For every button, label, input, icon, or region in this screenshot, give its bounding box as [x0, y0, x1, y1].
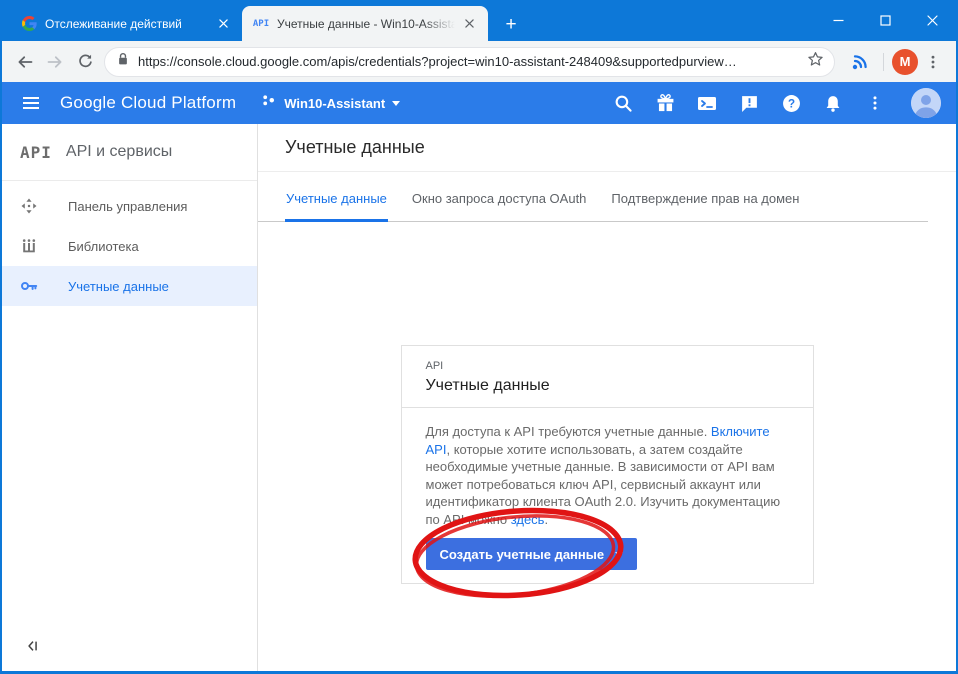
bookmark-star-icon[interactable]	[807, 51, 824, 73]
help-icon[interactable]: ?	[781, 93, 801, 113]
sidebar-header-api-services[interactable]: API API и сервисы	[2, 124, 257, 181]
browser-window: Отслеживание действий API Учетные данные…	[0, 0, 958, 674]
hamburger-menu-icon[interactable]	[17, 89, 45, 117]
sidebar-item-dashboard[interactable]: Панель управления	[2, 186, 257, 226]
google-g-icon	[20, 16, 38, 32]
forward-icon[interactable]	[40, 47, 70, 77]
browser-toolbar: https://console.cloud.google.com/apis/cr…	[2, 41, 956, 82]
page-title: Учетные данные	[285, 137, 425, 158]
lock-icon[interactable]	[117, 52, 129, 71]
gcp-brand[interactable]: Google Cloud Platform	[60, 93, 236, 113]
new-tab-button[interactable]: +	[497, 11, 525, 37]
window-controls	[815, 0, 956, 41]
tab-oauth-consent-screen[interactable]: Окно запроса доступа OAuth	[411, 191, 588, 222]
tab-strip: Отслеживание действий API Учетные данные…	[2, 0, 815, 41]
minimize-button[interactable]	[815, 0, 862, 41]
project-icon	[261, 93, 276, 113]
dropdown-caret-icon	[615, 552, 623, 557]
toolbar-divider	[883, 53, 884, 71]
browser-tab-credentials[interactable]: API Учетные данные - Win10-Assista	[242, 6, 488, 41]
tab-title: Отслеживание действий	[45, 17, 209, 31]
notifications-bell-icon[interactable]	[823, 93, 843, 113]
credentials-card: API Учетные данные Для доступа к API тре…	[401, 345, 814, 584]
main-panel: Учетные данные Учетные данные Окно запро…	[258, 124, 956, 671]
browser-tab-activity-tracking[interactable]: Отслеживание действий	[10, 6, 242, 41]
card-overline: API	[426, 360, 789, 372]
browser-profile-avatar[interactable]: M	[892, 49, 918, 75]
key-icon	[20, 277, 38, 295]
sidebar-section-title: API и сервисы	[66, 143, 172, 161]
card-header: API Учетные данные	[402, 346, 813, 408]
card-body: Для доступа к API требуются учетные данн…	[402, 408, 813, 570]
project-name: Win10-Assistant	[284, 96, 385, 111]
api-favicon: API	[252, 16, 270, 32]
close-tab-icon[interactable]	[461, 15, 478, 32]
svg-text:?: ?	[787, 97, 794, 110]
content-tabs: Учетные данные Окно запроса доступа OAut…	[258, 172, 956, 222]
close-button[interactable]	[909, 0, 956, 41]
sidebar-item-credentials[interactable]: Учетные данные	[2, 266, 257, 306]
sidebar: API API и сервисы Панель управления	[2, 124, 258, 671]
tab-credentials[interactable]: Учетные данные	[285, 191, 388, 222]
content-area: API Учетные данные Для доступа к API тре…	[258, 222, 956, 671]
tab-domain-verification[interactable]: Подтверждение прав на домен	[610, 191, 800, 222]
tab-title: Учетные данные - Win10-Assista	[277, 17, 455, 31]
library-icon	[20, 237, 38, 255]
close-tab-icon[interactable]	[215, 15, 232, 32]
sidebar-nav: Панель управления Библиотека	[2, 181, 257, 306]
url-text[interactable]: https://console.cloud.google.com/apis/cr…	[138, 54, 807, 69]
search-icon[interactable]	[613, 93, 633, 113]
feedback-icon[interactable]	[739, 93, 759, 113]
more-options-icon[interactable]	[865, 93, 885, 113]
dashboard-icon	[20, 197, 38, 215]
window-titlebar: Отслеживание действий API Учетные данные…	[2, 0, 956, 41]
gift-icon[interactable]	[655, 93, 675, 113]
project-selector[interactable]: Win10-Assistant	[261, 93, 400, 113]
page-header: Учетные данные	[258, 124, 956, 172]
back-icon[interactable]	[10, 47, 40, 77]
gcp-header: Google Cloud Platform Win10-Assistant	[2, 82, 956, 124]
cloud-shell-icon[interactable]	[697, 93, 717, 113]
reload-icon[interactable]	[70, 47, 100, 77]
chevron-down-icon	[392, 101, 400, 106]
maximize-button[interactable]	[862, 0, 909, 41]
card-description: Для доступа к API требуются учетные данн…	[426, 423, 789, 528]
api-logo: API	[20, 143, 52, 162]
documentation-here-link[interactable]: здесь	[511, 512, 545, 527]
card-title: Учетные данные	[426, 377, 789, 395]
address-bar[interactable]: https://console.cloud.google.com/apis/cr…	[104, 47, 835, 77]
collapse-sidebar-icon	[26, 639, 40, 658]
gcp-header-actions: ?	[613, 88, 941, 118]
sidebar-collapse-button[interactable]	[2, 625, 257, 671]
app-body: API API и сервисы Панель управления	[2, 124, 956, 671]
chrome-menu-icon[interactable]	[918, 47, 948, 77]
sidebar-item-library[interactable]: Библиотека	[2, 226, 257, 266]
account-avatar[interactable]	[911, 88, 941, 118]
extension-cast-icon[interactable]	[845, 47, 875, 77]
create-credentials-button[interactable]: Создать учетные данные	[426, 538, 638, 570]
